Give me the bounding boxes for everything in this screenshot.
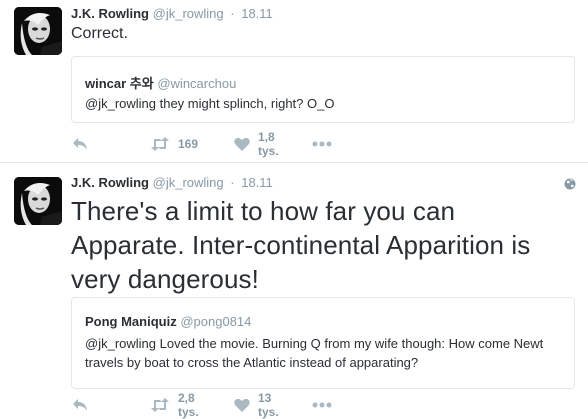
more-button[interactable] bbox=[312, 134, 332, 154]
tweet[interactable]: J.K. Rowling @jk_rowling · 18.11 There's… bbox=[0, 163, 588, 419]
tweet-header: J.K. Rowling @jk_rowling · 18.11 bbox=[71, 6, 273, 21]
more-icon bbox=[312, 402, 332, 408]
quoted-author-name: Pong Maniquiz bbox=[85, 314, 177, 329]
tweet[interactable]: J.K. Rowling @jk_rowling · 18.11 Correct… bbox=[0, 0, 588, 163]
retweet-count: 169 bbox=[178, 137, 199, 151]
retweet-button[interactable]: 169 bbox=[150, 134, 198, 154]
quoted-author-handle: @pong0814 bbox=[180, 314, 252, 329]
reply-icon bbox=[72, 398, 88, 412]
separator: · bbox=[230, 175, 235, 190]
globe-icon[interactable] bbox=[564, 177, 576, 195]
separator: · bbox=[230, 6, 235, 21]
quoted-tweet[interactable]: Pong Maniquiz @pong0814 @jk_rowling Love… bbox=[71, 297, 575, 389]
tweet-date[interactable]: 18.11 bbox=[241, 175, 273, 190]
quoted-author-name: wincar 추와 bbox=[85, 76, 154, 91]
quoted-header: Pong Maniquiz @pong0814 bbox=[85, 314, 251, 329]
like-button[interactable]: 13 tys. bbox=[234, 391, 279, 419]
reply-button[interactable] bbox=[72, 395, 88, 415]
retweet-icon bbox=[150, 398, 170, 412]
more-button[interactable] bbox=[312, 395, 332, 415]
retweet-icon bbox=[150, 137, 170, 151]
quoted-tweet[interactable]: wincar 추와 @wincarchou @jk_rowling they m… bbox=[71, 56, 575, 123]
tweet-text: Correct. bbox=[71, 25, 128, 42]
reply-button[interactable] bbox=[72, 134, 88, 154]
quoted-author-handle: @wincarchou bbox=[157, 76, 237, 91]
tweet-date[interactable]: 18.11 bbox=[241, 6, 273, 21]
quoted-text: @jk_rowling Loved the movie. Burning Q f… bbox=[85, 336, 544, 370]
retweet-button[interactable]: 2,8 tys. bbox=[150, 391, 199, 419]
heart-icon bbox=[234, 137, 250, 151]
reply-icon bbox=[72, 137, 88, 151]
author-handle[interactable]: @jk_rowling bbox=[153, 6, 224, 21]
tweet-text: There's a limit to how far you can Appar… bbox=[71, 196, 531, 294]
author-handle[interactable]: @jk_rowling bbox=[153, 175, 224, 190]
more-icon bbox=[312, 141, 332, 147]
author-name[interactable]: J.K. Rowling bbox=[71, 175, 149, 190]
quoted-header: wincar 추와 @wincarchou bbox=[85, 73, 236, 92]
like-button[interactable]: 1,8 tys. bbox=[234, 130, 279, 158]
avatar[interactable] bbox=[14, 7, 62, 55]
author-name[interactable]: J.K. Rowling bbox=[71, 6, 149, 21]
tweet-header: J.K. Rowling @jk_rowling · 18.11 bbox=[71, 175, 273, 190]
avatar[interactable] bbox=[14, 177, 62, 225]
heart-icon bbox=[234, 398, 250, 412]
like-count: 1,8 tys. bbox=[258, 130, 279, 158]
quoted-text: @jk_rowling they might splinch, right? O… bbox=[85, 96, 335, 111]
